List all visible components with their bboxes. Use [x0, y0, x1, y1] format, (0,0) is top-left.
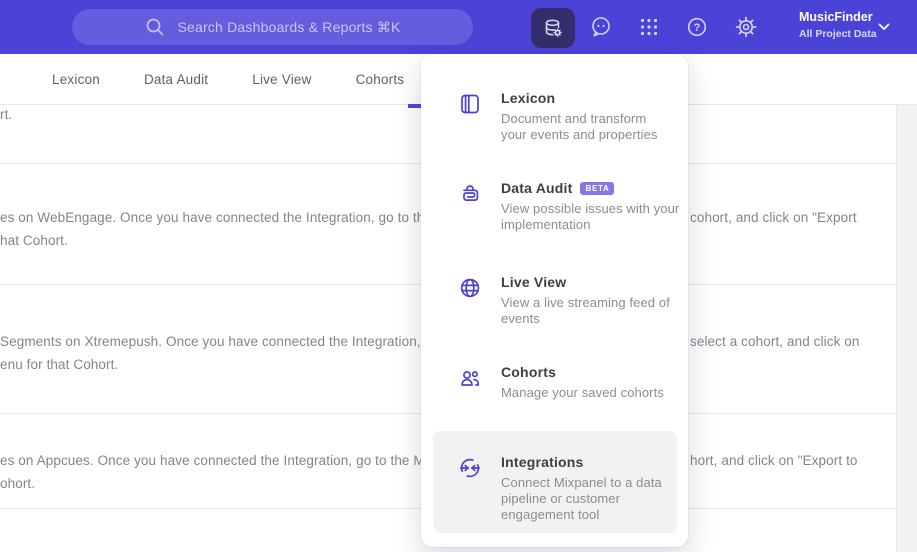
menu-item-description: View possible issues with your implement… — [501, 201, 680, 232]
content-text: es on WebEngage. Once you have connected… — [0, 210, 433, 225]
people-icon — [458, 366, 482, 390]
content-text: hort, and click on "Export to — [690, 453, 858, 468]
content-text: ohort. — [0, 476, 36, 491]
search-icon — [144, 16, 166, 38]
sync-arrows-icon — [458, 456, 482, 480]
menu-item-title: Cohorts — [501, 364, 557, 380]
feedback-button[interactable] — [589, 15, 613, 39]
search-placeholder: Search Dashboards & Reports ⌘K — [177, 18, 401, 35]
apps-button[interactable] — [637, 15, 661, 39]
globe-icon — [458, 276, 482, 300]
project-switcher[interactable]: MusicFinder All Project Data — [799, 10, 877, 41]
tab-cohorts[interactable]: Cohorts — [356, 72, 405, 87]
help-icon: ? — [685, 15, 709, 39]
menu-item-live-view[interactable]: Live View View a live streaming feed of … — [421, 274, 688, 327]
menu-item-title: Integrations — [501, 454, 584, 470]
beta-badge: BETA — [580, 181, 615, 195]
tab-live-view[interactable]: Live View — [252, 72, 311, 87]
data-management-button[interactable] — [531, 8, 575, 48]
settings-gear-icon — [734, 15, 758, 39]
top-bar: Search Dashboards & Reports ⌘K ? MusicFi… — [0, 0, 917, 54]
content-text: Segments on Xtremepush. Once you have co… — [0, 334, 421, 349]
menu-item-lexicon[interactable]: Lexicon Document and transform your even… — [421, 90, 688, 143]
apps-grid-icon — [637, 15, 661, 39]
menu-item-title: Lexicon — [501, 90, 556, 106]
feedback-bubble-icon — [589, 15, 613, 39]
page-gutter — [897, 104, 917, 552]
search-input[interactable]: Search Dashboards & Reports ⌘K — [72, 9, 473, 45]
content-text: rt. — [0, 107, 13, 122]
menu-item-cohorts[interactable]: Cohorts Manage your saved cohorts — [421, 364, 688, 401]
tab-data-audit[interactable]: Data Audit — [144, 72, 208, 87]
content-text: cohort, and click on "Export — [690, 210, 857, 225]
content-text: es on Appcues. Once you have connected t… — [0, 453, 425, 468]
audit-lock-icon — [458, 182, 482, 206]
content-text: select a cohort, and click on — [690, 334, 860, 349]
content-text: enu for that Cohort. — [0, 357, 119, 372]
svg-text:?: ? — [694, 22, 701, 34]
help-button[interactable]: ? — [685, 15, 709, 39]
menu-item-description: Manage your saved cohorts — [501, 385, 664, 400]
menu-item-description: Document and transform your events and p… — [501, 111, 658, 142]
chevron-down-icon[interactable] — [878, 23, 890, 31]
menu-item-data-audit[interactable]: Data Audit BETA View possible issues wit… — [421, 180, 688, 233]
data-management-icon — [541, 16, 565, 40]
menu-item-title: Live View — [501, 274, 567, 290]
content-text: hat Cohort. — [0, 233, 68, 248]
settings-button[interactable] — [734, 15, 758, 39]
app-window: rt. es on WebEngage. Once you have conne… — [0, 0, 917, 552]
project-name: MusicFinder — [799, 10, 873, 24]
tab-lexicon[interactable]: Lexicon — [52, 72, 100, 87]
project-scope: All Project Data — [799, 27, 877, 40]
menu-item-description: View a live streaming feed of events — [501, 295, 670, 326]
data-management-menu: Lexicon Document and transform your even… — [421, 54, 688, 547]
menu-item-title: Data Audit — [501, 180, 573, 196]
book-icon — [458, 92, 482, 116]
menu-item-description: Connect Mixpanel to a data pipeline or c… — [501, 475, 662, 522]
menu-item-integrations[interactable]: Integrations Connect Mixpanel to a data … — [421, 454, 688, 523]
